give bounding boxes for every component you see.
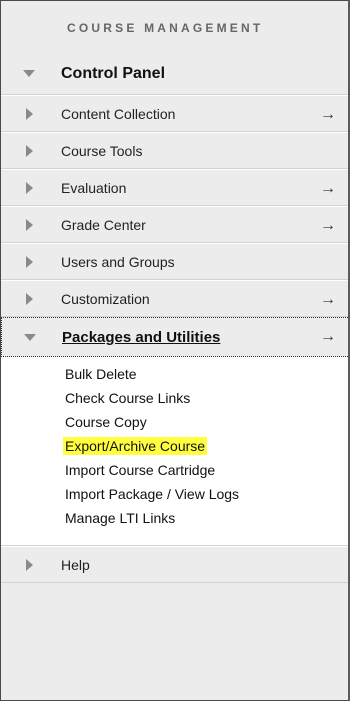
packages-submenu: Bulk Delete Check Course Links Course Co… [1, 357, 348, 546]
menu-item-packages-and-utilities[interactable]: Packages and Utilities → [1, 317, 348, 357]
menu-item-label: Customization [61, 290, 150, 307]
menu-item-label: Content Collection [61, 105, 176, 122]
menu-item-label: Packages and Utilities [62, 328, 221, 346]
menu-item-grade-center[interactable]: Grade Center → [1, 206, 348, 243]
arrow-right-icon[interactable]: → [320, 106, 336, 124]
control-panel-label: Control Panel [61, 64, 166, 82]
menu-item-label: Help [61, 556, 90, 573]
submenu-import-course-cartridge[interactable]: Import Course Cartridge [1, 459, 348, 483]
chevron-right-icon [21, 180, 37, 196]
chevron-right-icon [21, 106, 37, 122]
submenu-bulk-delete[interactable]: Bulk Delete [1, 363, 348, 387]
chevron-right-icon [21, 291, 37, 307]
menu-item-label: Grade Center [61, 216, 146, 233]
arrow-right-icon[interactable]: → [320, 217, 336, 235]
menu-item-content-collection[interactable]: Content Collection → [1, 95, 348, 132]
menu-item-label: Users and Groups [61, 253, 175, 270]
chevron-right-icon [21, 254, 37, 270]
menu-item-evaluation[interactable]: Evaluation → [1, 169, 348, 206]
submenu-export-archive-course[interactable]: Export/Archive Course [1, 435, 348, 459]
chevron-right-icon [21, 557, 37, 573]
menu-item-label: Course Tools [61, 142, 143, 159]
chevron-right-icon [21, 217, 37, 233]
menu-item-customization[interactable]: Customization → [1, 280, 348, 317]
chevron-down-icon [21, 66, 37, 82]
chevron-right-icon [21, 143, 37, 159]
arrow-right-icon[interactable]: → [320, 180, 336, 198]
course-management-heading: COURSE MANAGEMENT [67, 21, 264, 35]
control-panel-header[interactable]: Control Panel [1, 53, 348, 95]
submenu-manage-lti-links[interactable]: Manage LTI Links [1, 507, 348, 531]
chevron-down-icon [22, 329, 38, 345]
arrow-right-icon[interactable]: → [320, 328, 336, 346]
menu-item-label: Evaluation [61, 179, 127, 196]
submenu-check-course-links[interactable]: Check Course Links [1, 387, 348, 411]
highlight-marker: Export/Archive Course [63, 437, 208, 455]
arrow-right-icon[interactable]: → [320, 291, 336, 309]
menu-item-users-and-groups[interactable]: Users and Groups [1, 243, 348, 280]
submenu-course-copy[interactable]: Course Copy [1, 411, 348, 435]
course-management-panel: COURSE MANAGEMENT Control Panel Content … [0, 0, 350, 701]
menu-item-course-tools[interactable]: Course Tools [1, 132, 348, 169]
menu-item-help[interactable]: Help [1, 546, 348, 583]
submenu-import-package-view-logs[interactable]: Import Package / View Logs [1, 483, 348, 507]
